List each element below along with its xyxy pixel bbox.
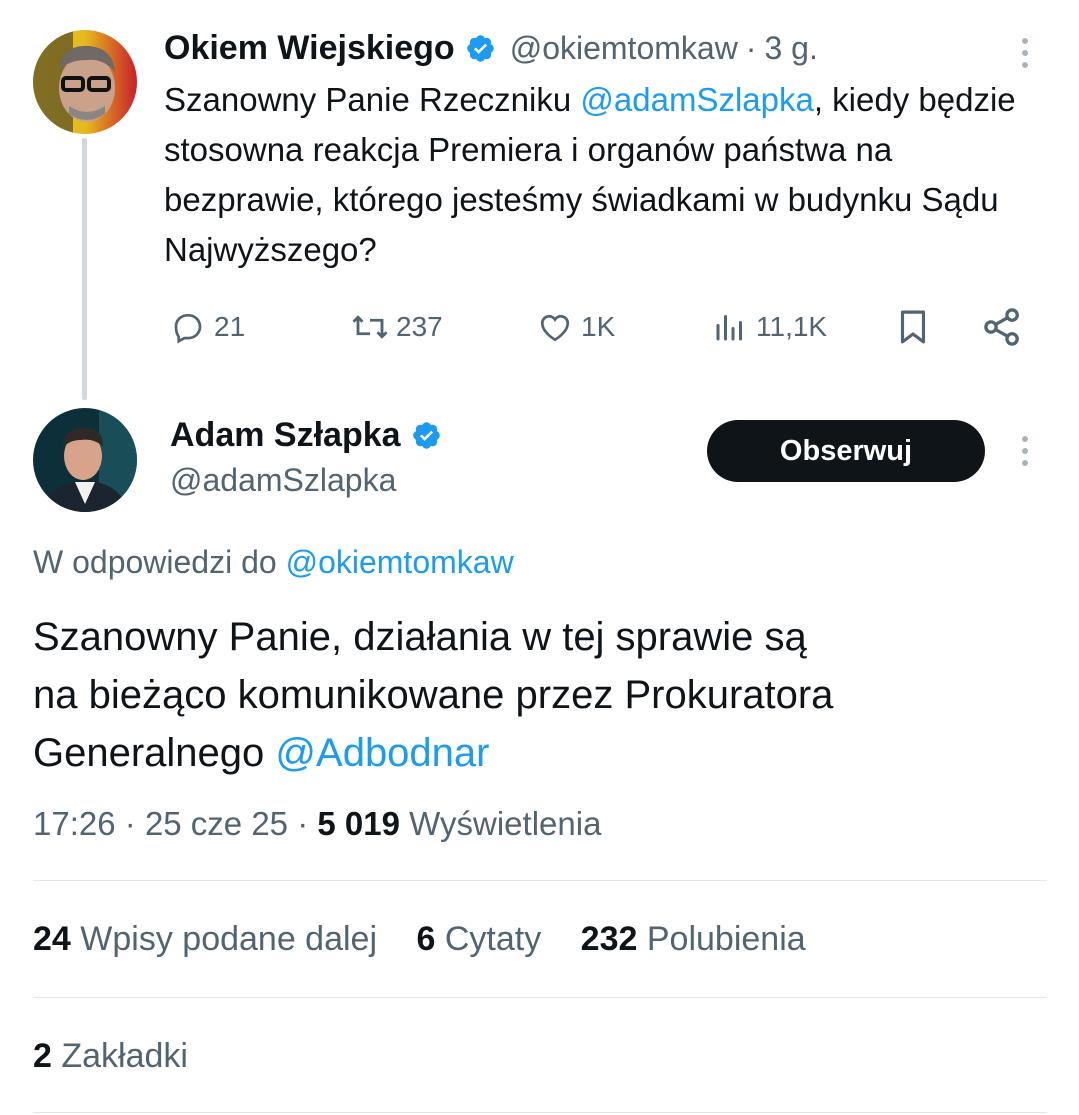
quotes-stat-label: Cytaty (444, 920, 542, 958)
share-icon (984, 308, 1019, 346)
retweet-icon (352, 315, 388, 339)
main-author-name[interactable]: Adam Szłapka (170, 416, 401, 455)
meta-separator: · (297, 805, 309, 842)
share-button[interactable] (980, 302, 1024, 352)
like-button[interactable]: 1K (535, 305, 615, 349)
parent-tweet-time[interactable]: 3 g. (764, 30, 817, 67)
main-text-line-1: Szanowny Panie, działania w tej sprawie … (33, 615, 807, 659)
verified-badge-icon (412, 421, 440, 449)
bookmarks-stat-label: Zakładki (61, 1037, 188, 1075)
parent-text-before: Szanowny Panie Rzeczniku (164, 81, 581, 118)
parent-author-handle[interactable]: @okiemtomkaw (510, 30, 738, 67)
parent-tweet-header: Okiem Wiejskiego @okiemtomkaw · 3 g. (164, 26, 818, 70)
parent-tweet-text: Szanowny Panie Rzeczniku @adamSzlapka, k… (164, 75, 1054, 275)
main-author-handle[interactable]: @adamSzlapka (170, 462, 396, 499)
more-options-icon[interactable] (1016, 34, 1034, 72)
like-count: 1K (581, 311, 616, 342)
adam-szlapka-avatar[interactable] (33, 408, 137, 512)
bookmarks-stat-count: 2 (33, 1037, 52, 1075)
parent-mention-link[interactable]: @adamSzlapka (580, 81, 813, 118)
divider (33, 1112, 1047, 1113)
quotes-stat-count: 6 (416, 920, 436, 958)
main-text-line-3-text: Generalnego (33, 731, 276, 775)
tweet-time[interactable]: 17:26 (33, 805, 116, 842)
retweets-stat[interactable]: 24 Wpisy podane dalej (33, 920, 377, 958)
reply-count: 21 (214, 311, 246, 342)
bookmark-button[interactable] (892, 302, 934, 352)
adbodnar-mention-link[interactable]: @Adbodnar (275, 731, 489, 775)
retweet-button[interactable]: 237 (348, 305, 443, 349)
tweet-date[interactable]: 25 cze 25 (145, 805, 288, 842)
reply-to-handle-link[interactable]: @okiemtomkaw (286, 544, 514, 580)
main-tweet-text: Szanowny Panie, działania w tej sprawie … (33, 608, 1053, 782)
engagement-stats: 24 Wpisy podane dalej 6 Cytaty 232 Polub… (33, 920, 836, 959)
views-count: 11,1K (756, 311, 828, 342)
main-text-line-2: na bieżąco komunikowane przez Prokurator… (33, 673, 834, 717)
retweets-stat-count: 24 (33, 920, 71, 958)
separator-dot: · (745, 29, 757, 66)
likes-stat-label: Polubienia (646, 920, 806, 958)
thread-line (82, 138, 87, 400)
views-total: 5 019 (317, 805, 400, 842)
divider (33, 880, 1047, 881)
more-options-icon[interactable] (1016, 432, 1034, 470)
bookmarks-stat[interactable]: 2 Zakładki (33, 1037, 188, 1075)
parent-author-name[interactable]: Okiem Wiejskiego (164, 29, 455, 68)
views-button[interactable]: 11,1K (712, 305, 827, 349)
main-tweet-header: Adam Szłapka (170, 413, 442, 457)
divider (33, 997, 1047, 998)
main-text-line-3: Generalnego @Adbodnar (33, 724, 1053, 782)
tweet-meta: 17:26 · 25 cze 25 · 5 019 Wyświetlenia (33, 805, 601, 843)
reply-button[interactable]: 21 (170, 305, 245, 349)
okiem-wiejskiego-avatar[interactable] (33, 30, 137, 134)
likes-stat-count: 232 (580, 920, 638, 958)
bookmark-icon (900, 310, 926, 344)
reply-to-line: W odpowiedzi do @okiemtomkaw (33, 544, 514, 581)
views-icon (716, 315, 742, 341)
likes-stat[interactable]: 232 Polubienia (581, 920, 806, 958)
reply-to-prefix: W odpowiedzi do (33, 544, 286, 580)
reply-icon (174, 313, 202, 344)
quotes-stat[interactable]: 6 Cytaty (416, 920, 541, 958)
like-icon (540, 314, 570, 342)
retweet-count: 237 (396, 311, 443, 342)
meta-separator: · (124, 805, 136, 842)
follow-button[interactable]: Obserwuj (707, 420, 985, 482)
bookmarks-stats: 2 Zakładki (33, 1037, 218, 1076)
retweets-stat-label: Wpisy podane dalej (80, 920, 378, 958)
verified-badge-icon (466, 34, 494, 62)
views-label: Wyświetlenia (409, 805, 602, 842)
